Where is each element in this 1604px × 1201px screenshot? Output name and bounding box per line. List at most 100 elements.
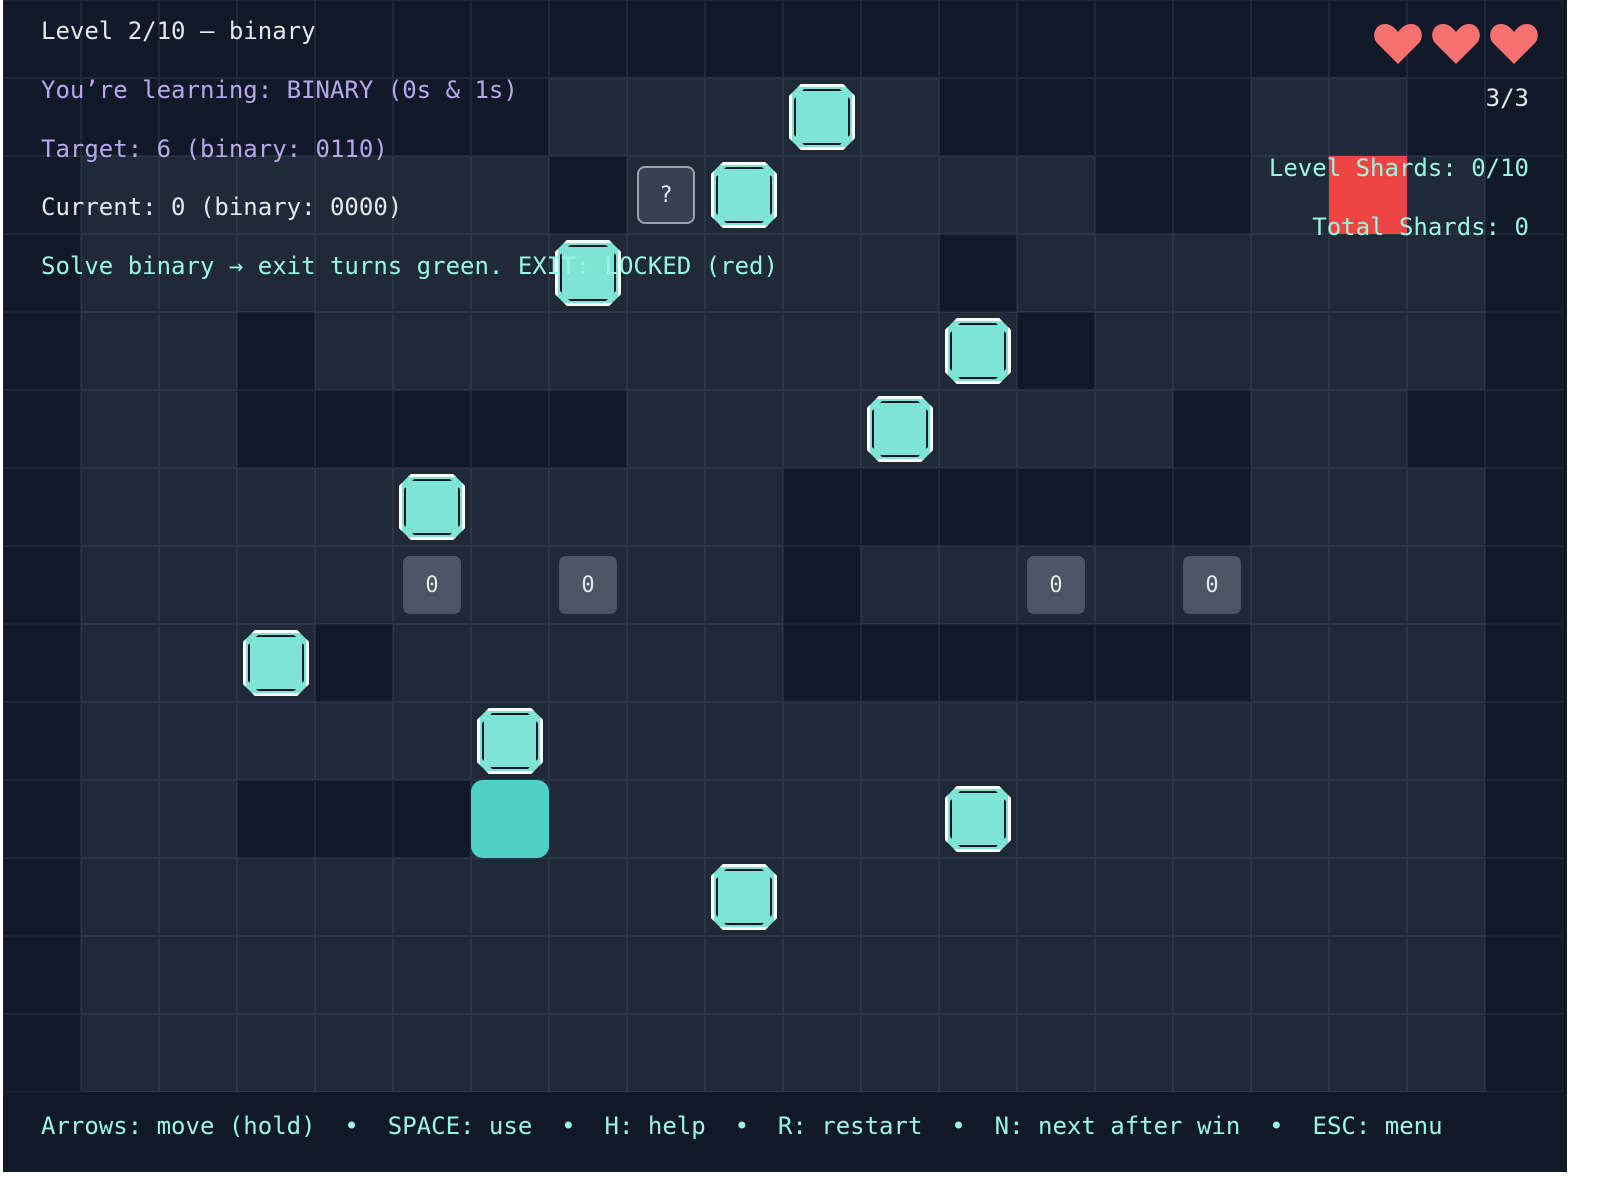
floor-tile [237, 936, 315, 1014]
wall-tile [939, 468, 1017, 546]
floor-tile [1095, 1014, 1173, 1092]
floor-tile [315, 936, 393, 1014]
floor-tile [783, 156, 861, 234]
floor-tile [1173, 234, 1251, 312]
wall-tile [1095, 468, 1173, 546]
floor-tile [861, 156, 939, 234]
player-icon[interactable] [471, 780, 549, 858]
floor-tile [627, 1014, 705, 1092]
floor-tile [705, 624, 783, 702]
floor-tile [1173, 858, 1251, 936]
floor-tile [393, 936, 471, 1014]
wall-tile [1095, 78, 1173, 156]
floor-tile [159, 702, 237, 780]
wall-tile [1485, 624, 1563, 702]
wall-tile [783, 624, 861, 702]
floor-tile [549, 312, 627, 390]
floor-tile [1329, 780, 1407, 858]
floor-tile [1251, 78, 1329, 156]
shard-icon[interactable] [711, 864, 777, 930]
floor-tile [627, 936, 705, 1014]
floor-tile [1017, 390, 1095, 468]
floor-tile [1095, 780, 1173, 858]
shard-icon[interactable] [945, 786, 1011, 852]
floor-tile [1407, 468, 1485, 546]
wall-tile [315, 780, 393, 858]
shard-icon[interactable] [477, 708, 543, 774]
floor-tile [471, 156, 549, 234]
floor-tile [549, 468, 627, 546]
floor-tile [1407, 936, 1485, 1014]
wall-tile [549, 390, 627, 468]
floor-tile [939, 546, 1017, 624]
floor-tile [861, 780, 939, 858]
bit-switch-icon[interactable]: 0 [1027, 556, 1085, 614]
wall-tile [1485, 1014, 1563, 1092]
bit-switch-icon[interactable]: 0 [559, 556, 617, 614]
floor-tile [1173, 312, 1251, 390]
floor-tile [861, 312, 939, 390]
floor-tile [471, 312, 549, 390]
wall-tile [861, 624, 939, 702]
floor-tile [1173, 780, 1251, 858]
wall-tile [1485, 936, 1563, 1014]
wall-tile [3, 624, 81, 702]
bit-switch-icon[interactable]: 0 [403, 556, 461, 614]
wall-tile [471, 390, 549, 468]
floor-tile [81, 390, 159, 468]
floor-tile [393, 858, 471, 936]
floor-tile [1329, 702, 1407, 780]
floor-tile [81, 312, 159, 390]
wall-tile [315, 624, 393, 702]
shard-icon[interactable] [711, 162, 777, 228]
wall-tile [939, 78, 1017, 156]
wall-tile [237, 390, 315, 468]
wall-tile [1017, 468, 1095, 546]
floor-tile [1329, 624, 1407, 702]
wall-tile [549, 156, 627, 234]
floor-tile [549, 702, 627, 780]
wall-tile [1485, 234, 1563, 312]
shard-icon[interactable] [945, 318, 1011, 384]
floor-tile [159, 780, 237, 858]
floor-tile [627, 702, 705, 780]
wall-tile [1017, 0, 1095, 78]
floor-tile [1329, 78, 1407, 156]
shard-icon[interactable] [867, 396, 933, 462]
floor-tile [1017, 858, 1095, 936]
floor-tile [393, 624, 471, 702]
wall-tile [3, 312, 81, 390]
floor-tile [939, 936, 1017, 1014]
shard-icon[interactable] [399, 474, 465, 540]
floor-tile [1407, 1014, 1485, 1092]
floor-tile [939, 858, 1017, 936]
lives-counter: 3/3 [1485, 84, 1529, 112]
floor-tile [705, 546, 783, 624]
shard-icon[interactable] [789, 84, 855, 150]
shard-icon[interactable] [243, 630, 309, 696]
wall-tile [1485, 546, 1563, 624]
wall-tile [1173, 624, 1251, 702]
wall-tile [783, 468, 861, 546]
game-screen[interactable]: 0 0 0 0? Level 2/10 – binary You’re learnin… [3, 0, 1567, 1172]
floor-tile [861, 936, 939, 1014]
wall-tile [471, 0, 549, 78]
controls-help-text: Arrows: move (hold) • SPACE: use • H: he… [41, 1112, 1443, 1140]
floor-tile [81, 702, 159, 780]
wall-tile [1095, 156, 1173, 234]
floor-tile [237, 1014, 315, 1092]
floor-tile [1251, 390, 1329, 468]
wall-tile [1407, 78, 1485, 156]
level-shards-counter: Level Shards: 0/10 [1268, 154, 1529, 182]
bit-switch-icon[interactable]: 0 [1183, 556, 1241, 614]
wall-tile [1485, 468, 1563, 546]
question-icon[interactable]: ? [637, 166, 695, 224]
current-value-text: Current: 0 (binary: 0000) [41, 193, 403, 221]
floor-tile [705, 702, 783, 780]
floor-tile [1329, 390, 1407, 468]
floor-tile [237, 546, 315, 624]
heart-icon [1374, 24, 1422, 64]
floor-tile [861, 546, 939, 624]
floor-tile [471, 858, 549, 936]
wall-tile [315, 0, 393, 78]
